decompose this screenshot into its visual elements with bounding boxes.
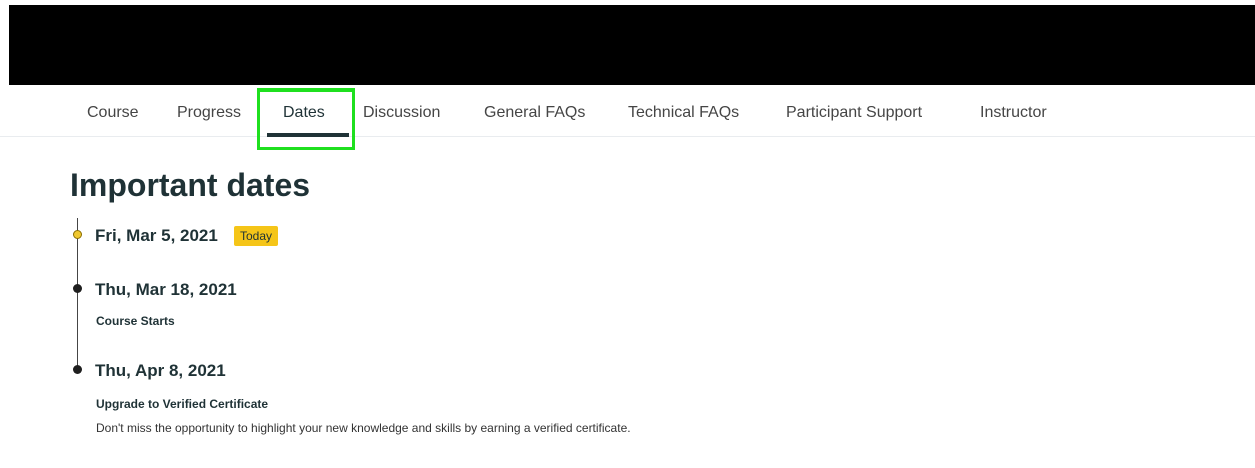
highlight-box bbox=[257, 88, 355, 150]
tab-instructor[interactable]: Instructor bbox=[980, 86, 1047, 136]
event-title-course-starts: Course Starts bbox=[96, 314, 175, 328]
event-description-upgrade: Don't miss the opportunity to highlight … bbox=[96, 421, 631, 435]
tab-course[interactable]: Course bbox=[87, 86, 139, 136]
tab-discussion[interactable]: Discussion bbox=[363, 86, 440, 136]
timeline-line bbox=[77, 218, 78, 371]
tab-participant-support[interactable]: Participant Support bbox=[786, 86, 922, 136]
timeline-dot bbox=[73, 284, 82, 293]
timeline-dot-today bbox=[73, 230, 82, 239]
event-title-upgrade: Upgrade to Verified Certificate bbox=[96, 397, 269, 411]
page-title: Important dates bbox=[70, 167, 311, 203]
course-tabs-nav: Course Progress Dates Discussion General… bbox=[0, 86, 1255, 137]
today-badge: Today bbox=[234, 226, 279, 246]
timeline-dot bbox=[73, 365, 82, 374]
header-bar bbox=[9, 5, 1255, 85]
date-heading-3: Thu, Apr 8, 2021 bbox=[95, 361, 226, 380]
tab-progress[interactable]: Progress bbox=[177, 86, 241, 136]
date-heading-1: Fri, Mar 5, 2021 bbox=[95, 226, 218, 245]
tab-general-faqs[interactable]: General FAQs bbox=[484, 86, 585, 136]
date-heading-2: Thu, Mar 18, 2021 bbox=[95, 280, 237, 299]
tab-technical-faqs[interactable]: Technical FAQs bbox=[628, 86, 739, 136]
